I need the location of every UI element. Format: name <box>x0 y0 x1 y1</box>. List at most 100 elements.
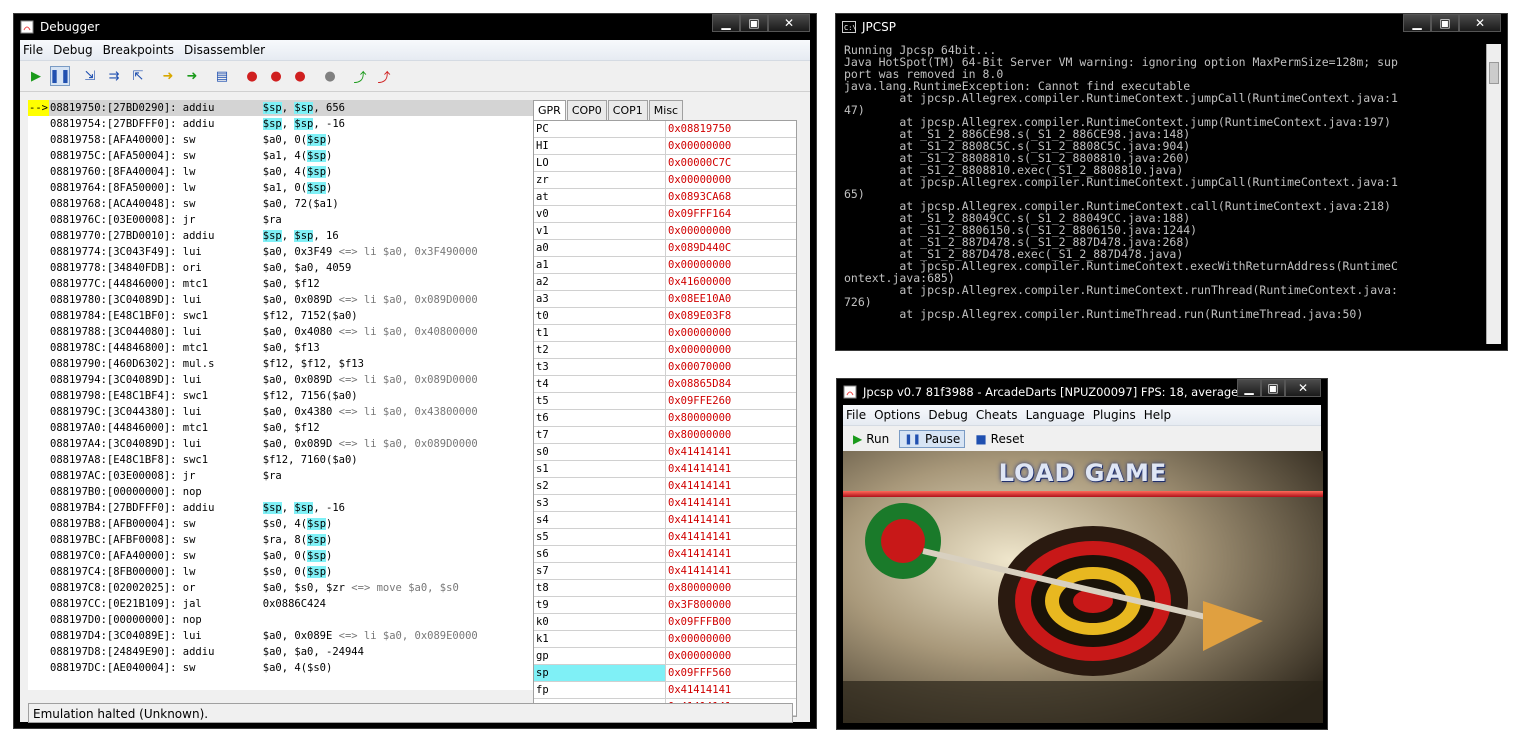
register-row[interactable]: t9 0x3F800000 <box>534 597 796 614</box>
tab-misc[interactable]: Misc <box>648 100 684 120</box>
register-table[interactable]: PC 0x08819750 HI 0x00000000 LO 0x00000C7C zr 0x… <box>533 120 797 717</box>
register-row[interactable]: t7 0x80000000 <box>534 427 796 444</box>
run-button[interactable]: ▶ Run <box>849 431 893 447</box>
export-button[interactable]: ⤴ <box>374 66 394 86</box>
pause-button[interactable]: ❚❚ Pause <box>899 430 966 448</box>
close-button[interactable]: ✕ <box>1285 379 1321 397</box>
reset-button[interactable]: ■ Reset <box>971 431 1028 447</box>
register-row[interactable]: v0 0x09FFF164 <box>534 206 796 223</box>
register-row[interactable]: LO 0x00000C7C <box>534 155 796 172</box>
step-into-button[interactable]: ⇲ <box>80 66 100 86</box>
register-row[interactable]: t2 0x00000000 <box>534 342 796 359</box>
tab-cop0[interactable]: COP0 <box>566 100 607 120</box>
step-out-button[interactable]: ⇱ <box>128 66 148 86</box>
minimize-button[interactable]: ▁ <box>1403 14 1431 32</box>
disasm-row[interactable]: 08819768:[ACA40048]: sw $a0, 72($a1) <box>28 196 533 212</box>
close-button[interactable]: ✕ <box>1459 14 1501 32</box>
register-row[interactable]: a0 0x089D440C <box>534 240 796 257</box>
disasm-row[interactable]: 088197A0:[44846000]: mtc1 $a0, $f12 <box>28 420 533 436</box>
clear-breakpoints-button[interactable]: ● <box>290 66 310 86</box>
register-row[interactable]: s1 0x41414141 <box>534 461 796 478</box>
menu-plugins[interactable]: Plugins <box>1093 408 1136 422</box>
disasm-row[interactable]: 088197C0:[AFA40000]: sw $a0, 0($sp) <box>28 548 533 564</box>
disasm-row[interactable]: 088197DC:[AE040004]: sw $a0, 4($s0) <box>28 660 533 676</box>
disasm-row[interactable]: 088197A4:[3C04089D]: lui $a0, 0x089D <=> … <box>28 436 533 452</box>
disasm-row[interactable]: 088197D8:[24849E90]: addiu $a0, $a0, -249… <box>28 644 533 660</box>
disasm-row[interactable]: 08819754:[27BDFFF0]: addiu $sp, $sp, -16 <box>28 116 533 132</box>
tab-cop1[interactable]: COP1 <box>607 100 648 120</box>
disassembly-list[interactable]: --> 08819750:[27BD0290]: addiu $sp, $sp, 6… <box>28 100 533 690</box>
register-row[interactable]: v1 0x00000000 <box>534 223 796 240</box>
memory-view-button[interactable]: ▤ <box>212 66 232 86</box>
register-row[interactable]: at 0x0893CA68 <box>534 189 796 206</box>
minimize-button[interactable]: ▁ <box>1237 379 1261 397</box>
disasm-row[interactable]: 088197B4:[27BDFFF0]: addiu $sp, $sp, -16 <box>28 500 533 516</box>
register-row[interactable]: t8 0x80000000 <box>534 580 796 597</box>
disasm-row[interactable]: 08819780:[3C04089D]: lui $a0, 0x089D <=> … <box>28 292 533 308</box>
disasm-row[interactable]: 08819758:[AFA40000]: sw $a0, 0($sp) <box>28 132 533 148</box>
disasm-row[interactable]: 088197B0:[00000000]: nop <box>28 484 533 500</box>
disasm-row[interactable]: 0881979C:[3C044380]: lui $a0, 0x4380 <=> … <box>28 404 533 420</box>
debugger-titlebar[interactable]: Debugger ▁ ▣ ✕ <box>14 14 816 40</box>
maximize-button[interactable]: ▣ <box>740 14 768 32</box>
run-button[interactable]: ▶ <box>26 66 46 86</box>
menu-help[interactable]: Help <box>1144 408 1171 422</box>
menu-options[interactable]: Options <box>874 408 920 422</box>
disasm-row[interactable]: 08819770:[27BD0010]: addiu $sp, $sp, 16 <box>28 228 533 244</box>
maximize-button[interactable]: ▣ <box>1261 379 1285 397</box>
register-row[interactable]: a3 0x08EE10A0 <box>534 291 796 308</box>
add-breakpoint-button[interactable]: ● <box>242 66 262 86</box>
import-button[interactable]: ⤴ <box>350 66 370 86</box>
disasm-row[interactable]: 0881976C:[03E00008]: jr $ra <box>28 212 533 228</box>
disasm-row[interactable]: 0881978C:[44846800]: mtc1 $a0, $f13 <box>28 340 533 356</box>
menu-disassembler[interactable]: Disassembler <box>184 43 265 57</box>
register-row[interactable]: t1 0x00000000 <box>534 325 796 342</box>
disasm-row[interactable]: 0881975C:[AFA50004]: sw $a1, 4($sp) <box>28 148 533 164</box>
console-scrollbar[interactable] <box>1486 44 1501 344</box>
console-output[interactable]: Running Jpcsp 64bit... Java HotSpot(TM) 6… <box>842 44 1487 344</box>
scrollbar-thumb[interactable] <box>1489 62 1499 84</box>
register-row[interactable]: fp 0x41414141 <box>534 682 796 699</box>
register-row[interactable]: gp 0x00000000 <box>534 648 796 665</box>
pause-button[interactable]: ❚❚ <box>49 66 71 86</box>
register-row[interactable]: s4 0x41414141 <box>534 512 796 529</box>
tab-gpr[interactable]: GPR <box>533 100 566 120</box>
disasm-row[interactable]: 08819784:[E48C1BF0]: swc1 $f12, 7152($a0) <box>28 308 533 324</box>
register-row[interactable]: t3 0x00070000 <box>534 359 796 376</box>
disasm-row[interactable]: 088197C4:[8FB00000]: lw $s0, 0($sp) <box>28 564 533 580</box>
disasm-row[interactable]: 08819760:[8FA40004]: lw $a0, 4($sp) <box>28 164 533 180</box>
menu-debug[interactable]: Debug <box>928 408 967 422</box>
disasm-row[interactable]: 08819764:[8FA50000]: lw $a1, 0($sp) <box>28 180 533 196</box>
maximize-button[interactable]: ▣ <box>1431 14 1459 32</box>
register-row[interactable]: s3 0x41414141 <box>534 495 796 512</box>
register-row[interactable]: a2 0x41600000 <box>534 274 796 291</box>
disasm-row[interactable]: 088197BC:[AFBF0008]: sw $ra, 8($sp) <box>28 532 533 548</box>
register-row[interactable]: s6 0x41414141 <box>534 546 796 563</box>
register-row[interactable]: sp 0x09FFF560 <box>534 665 796 682</box>
emulator-titlebar[interactable]: Jpcsp v0.7 81f3988 - ArcadeDarts [NPUZ00… <box>837 379 1327 405</box>
disasm-row[interactable]: 088197D4:[3C04089E]: lui $a0, 0x089E <=> … <box>28 628 533 644</box>
menu-language[interactable]: Language <box>1026 408 1085 422</box>
disasm-row[interactable]: 088197D0:[00000000]: nop <box>28 612 533 628</box>
step-over-button[interactable]: ⇉ <box>104 66 124 86</box>
register-row[interactable]: HI 0x00000000 <box>534 138 796 155</box>
disasm-row[interactable]: 088197CC:[0E21B109]: jal 0x0886C424 <box>28 596 533 612</box>
register-row[interactable]: t5 0x09FFE260 <box>534 393 796 410</box>
disasm-row[interactable]: 08819788:[3C044080]: lui $a0, 0x4080 <=> … <box>28 324 533 340</box>
disasm-row[interactable]: 088197B8:[AFB00004]: sw $s0, 4($sp) <box>28 516 533 532</box>
register-row[interactable]: k0 0x09FFFB00 <box>534 614 796 631</box>
remove-breakpoint-button[interactable]: ● <box>266 66 286 86</box>
menu-breakpoints[interactable]: Breakpoints <box>103 43 174 57</box>
disasm-row[interactable]: 088197AC:[03E00008]: jr $ra <box>28 468 533 484</box>
register-row[interactable]: s2 0x41414141 <box>534 478 796 495</box>
disasm-row[interactable]: 08819778:[34840FDB]: ori $a0, $a0, 4059 <box>28 260 533 276</box>
register-row[interactable]: s0 0x41414141 <box>534 444 796 461</box>
minimize-button[interactable]: ▁ <box>712 14 740 32</box>
disasm-row[interactable]: 088197C8:[02002025]: or $a0, $s0, $zr <=>… <box>28 580 533 596</box>
register-row[interactable]: PC 0x08819750 <box>534 121 796 138</box>
register-row[interactable]: t6 0x80000000 <box>534 410 796 427</box>
disasm-row[interactable]: 08819790:[460D6302]: mul.s $f12, $f12, $f… <box>28 356 533 372</box>
jump-to-address-button[interactable]: ➜ <box>182 66 202 86</box>
menu-cheats[interactable]: Cheats <box>976 408 1018 422</box>
disabled-breakpoint-button[interactable]: ● <box>320 66 340 86</box>
